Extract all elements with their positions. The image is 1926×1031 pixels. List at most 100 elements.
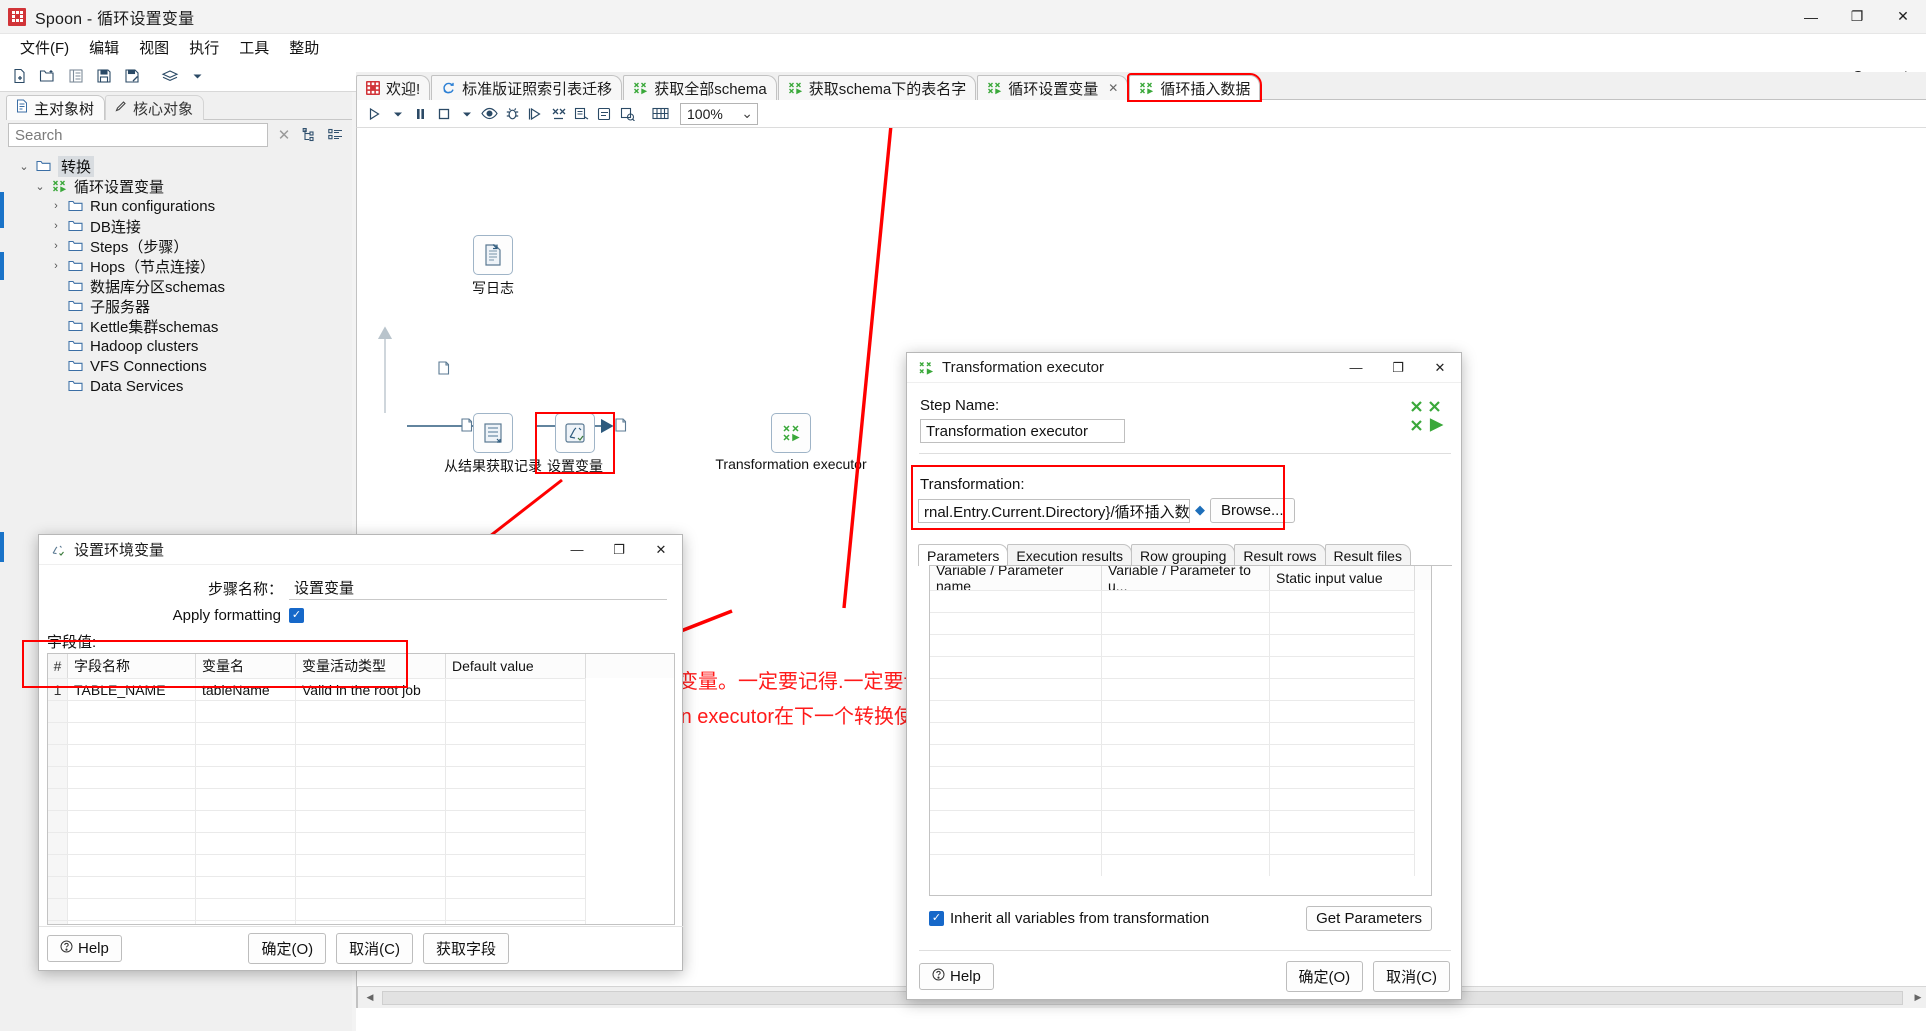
dialog-maximize-button[interactable]: ❐ [598, 535, 640, 565]
menu-tools[interactable]: 工具 [229, 35, 279, 60]
pause-icon[interactable] [409, 103, 432, 125]
grid-cell[interactable] [446, 700, 586, 722]
grid-cell[interactable] [1270, 722, 1415, 744]
verify-icon[interactable] [547, 103, 570, 125]
editor-tab[interactable]: 获取schema下的表名字 [777, 75, 977, 100]
grid-cell[interactable] [1102, 612, 1270, 634]
chevron-right-icon[interactable]: › [46, 260, 66, 272]
preview-icon[interactable] [478, 103, 501, 125]
step-name-input[interactable]: Transformation executor [920, 419, 1125, 443]
grid-row-empty[interactable] [48, 832, 674, 854]
grid-row-empty[interactable] [930, 832, 1431, 854]
tab-result-rows[interactable]: Result rows [1234, 544, 1326, 566]
save-icon[interactable] [90, 64, 117, 89]
tree-item[interactable]: › Steps（步骤） [8, 236, 348, 256]
cancel-button[interactable]: 取消(C) [336, 933, 413, 964]
variables-grid[interactable]: # 字段名称 变量名 变量活动类型 Default value 1 TABLE_NAME ta… [47, 653, 675, 925]
stop-dropdown-icon[interactable] [455, 103, 478, 125]
grid-cell[interactable] [68, 854, 196, 876]
grid-cell[interactable] [446, 854, 586, 876]
apply-formatting-checkbox[interactable]: ✓ [289, 607, 304, 623]
grid-cell[interactable] [68, 722, 196, 744]
grid-cell[interactable] [930, 766, 1102, 788]
grid-cell[interactable] [68, 810, 196, 832]
grid-column-header[interactable]: 变量活动类型 [296, 654, 446, 678]
grid-column-header[interactable]: Static input value [1270, 566, 1415, 590]
step-name-input[interactable]: 设置变量 [289, 576, 667, 600]
tree-item[interactable]: ⌄ 转换 [8, 155, 348, 177]
grid-cell[interactable] [68, 832, 196, 854]
grid-row-empty[interactable] [48, 700, 674, 722]
replay-icon[interactable] [524, 103, 547, 125]
grid-cell[interactable] [1270, 788, 1415, 810]
grid-cell[interactable] [446, 678, 586, 700]
grid-cell[interactable] [68, 898, 196, 920]
grid-row-empty[interactable] [48, 788, 674, 810]
grid-cell[interactable] [68, 700, 196, 722]
editor-tab[interactable]: 循环设置变量 ✕ [977, 75, 1129, 100]
tab-core-objects[interactable]: 核心对象 [105, 95, 205, 120]
grid-cell[interactable] [196, 722, 296, 744]
chevron-down-icon[interactable]: ⌄ [14, 160, 34, 173]
grid-cell[interactable] [296, 766, 446, 788]
chevron-right-icon[interactable]: › [46, 200, 66, 212]
grid-cell[interactable]: tableName [196, 678, 296, 700]
grid-cell[interactable] [930, 656, 1102, 678]
transformation-executor-step[interactable]: Transformation executor [677, 413, 905, 472]
grid-cell[interactable] [930, 634, 1102, 656]
dialog-minimize-button[interactable]: — [556, 535, 598, 565]
grid-cell[interactable] [930, 590, 1102, 612]
grid-row-empty[interactable] [930, 766, 1431, 788]
grid-row-empty[interactable] [48, 766, 674, 788]
explore-repository-icon[interactable] [62, 64, 89, 89]
dialog-close-button[interactable]: ✕ [640, 535, 682, 565]
menu-run[interactable]: 执行 [179, 35, 229, 60]
grid-row-empty[interactable] [48, 898, 674, 920]
open-file-icon[interactable] [34, 64, 61, 89]
menu-file[interactable]: 文件(F) [10, 35, 79, 60]
grid-row-empty[interactable] [930, 722, 1431, 744]
grid-row-empty[interactable] [930, 612, 1431, 634]
grid-cell[interactable] [196, 854, 296, 876]
grid-cell[interactable] [930, 788, 1102, 810]
grid-cell[interactable]: TABLE_NAME [68, 678, 196, 700]
run-icon[interactable] [363, 103, 386, 125]
grid-row-empty[interactable] [930, 744, 1431, 766]
grid-cell[interactable] [1270, 634, 1415, 656]
grid-cell[interactable] [1270, 700, 1415, 722]
grid-cell[interactable] [296, 722, 446, 744]
tab-execution-results[interactable]: Execution results [1007, 544, 1132, 566]
grid-cell[interactable] [446, 722, 586, 744]
grid-cell[interactable] [930, 810, 1102, 832]
variable-indicator-icon[interactable]: ◆ [1195, 502, 1205, 518]
debug-icon[interactable] [501, 103, 524, 125]
grid-cell[interactable] [1102, 634, 1270, 656]
save-as-icon[interactable] [118, 64, 145, 89]
search-clear-icon[interactable]: ✕ [274, 125, 294, 145]
grid-row-empty[interactable] [930, 590, 1431, 612]
grid-cell[interactable] [446, 876, 586, 898]
ok-button[interactable]: 确定(O) [1285, 960, 1364, 992]
sql-icon[interactable] [593, 103, 616, 125]
grid-cell[interactable] [1102, 810, 1270, 832]
grid-cell[interactable] [68, 788, 196, 810]
grid-cell[interactable] [1102, 788, 1270, 810]
grid-cell[interactable] [1102, 678, 1270, 700]
dialog-maximize-button[interactable]: ❐ [1377, 353, 1419, 383]
grid-cell[interactable] [930, 612, 1102, 634]
grid-cell[interactable] [1270, 766, 1415, 788]
menu-edit[interactable]: 编辑 [79, 35, 129, 60]
chevron-right-icon[interactable]: › [46, 220, 66, 232]
grid-row-empty[interactable] [48, 920, 674, 924]
close-button[interactable]: ✕ [1880, 0, 1926, 34]
grid-cell[interactable] [196, 876, 296, 898]
grid-row-empty[interactable] [930, 700, 1431, 722]
tree-item[interactable]: VFS Connections [8, 356, 348, 376]
grid-cell[interactable] [196, 920, 296, 924]
grid-cell[interactable] [930, 678, 1102, 700]
grid-cell[interactable] [930, 832, 1102, 854]
grid-column-header[interactable]: 变量名 [196, 654, 296, 678]
grid-column-header[interactable]: Default value [446, 654, 586, 678]
grid-cell[interactable] [1270, 810, 1415, 832]
grid-cell[interactable] [1270, 590, 1415, 612]
